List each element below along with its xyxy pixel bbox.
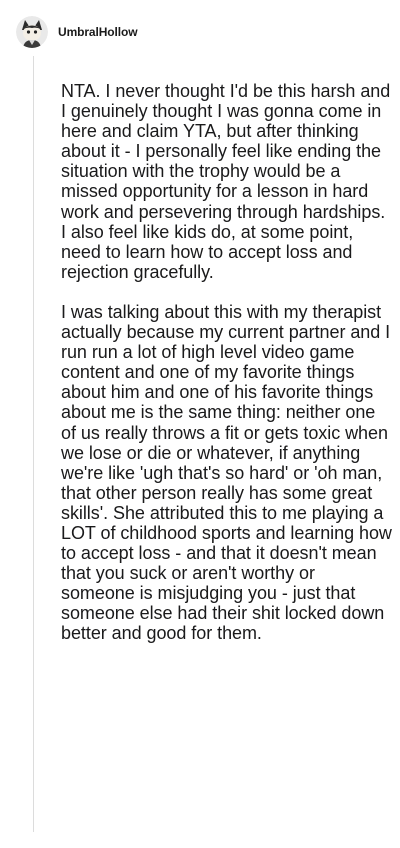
thread-line[interactable]: [33, 56, 34, 832]
username[interactable]: UmbralHollow: [58, 25, 138, 39]
comment-card: UmbralHollow NTA. I never thought I'd be…: [0, 0, 400, 848]
cartoon-character-avatar-icon[interactable]: [16, 16, 48, 48]
comment-paragraph: I was talking about this with my therapi…: [61, 301, 392, 644]
comment-body: NTA. I never thought I'd be this harsh a…: [61, 81, 393, 644]
comment-header: UmbralHollow: [16, 14, 138, 50]
comment-paragraph: NTA. I never thought I'd be this harsh a…: [61, 81, 391, 282]
